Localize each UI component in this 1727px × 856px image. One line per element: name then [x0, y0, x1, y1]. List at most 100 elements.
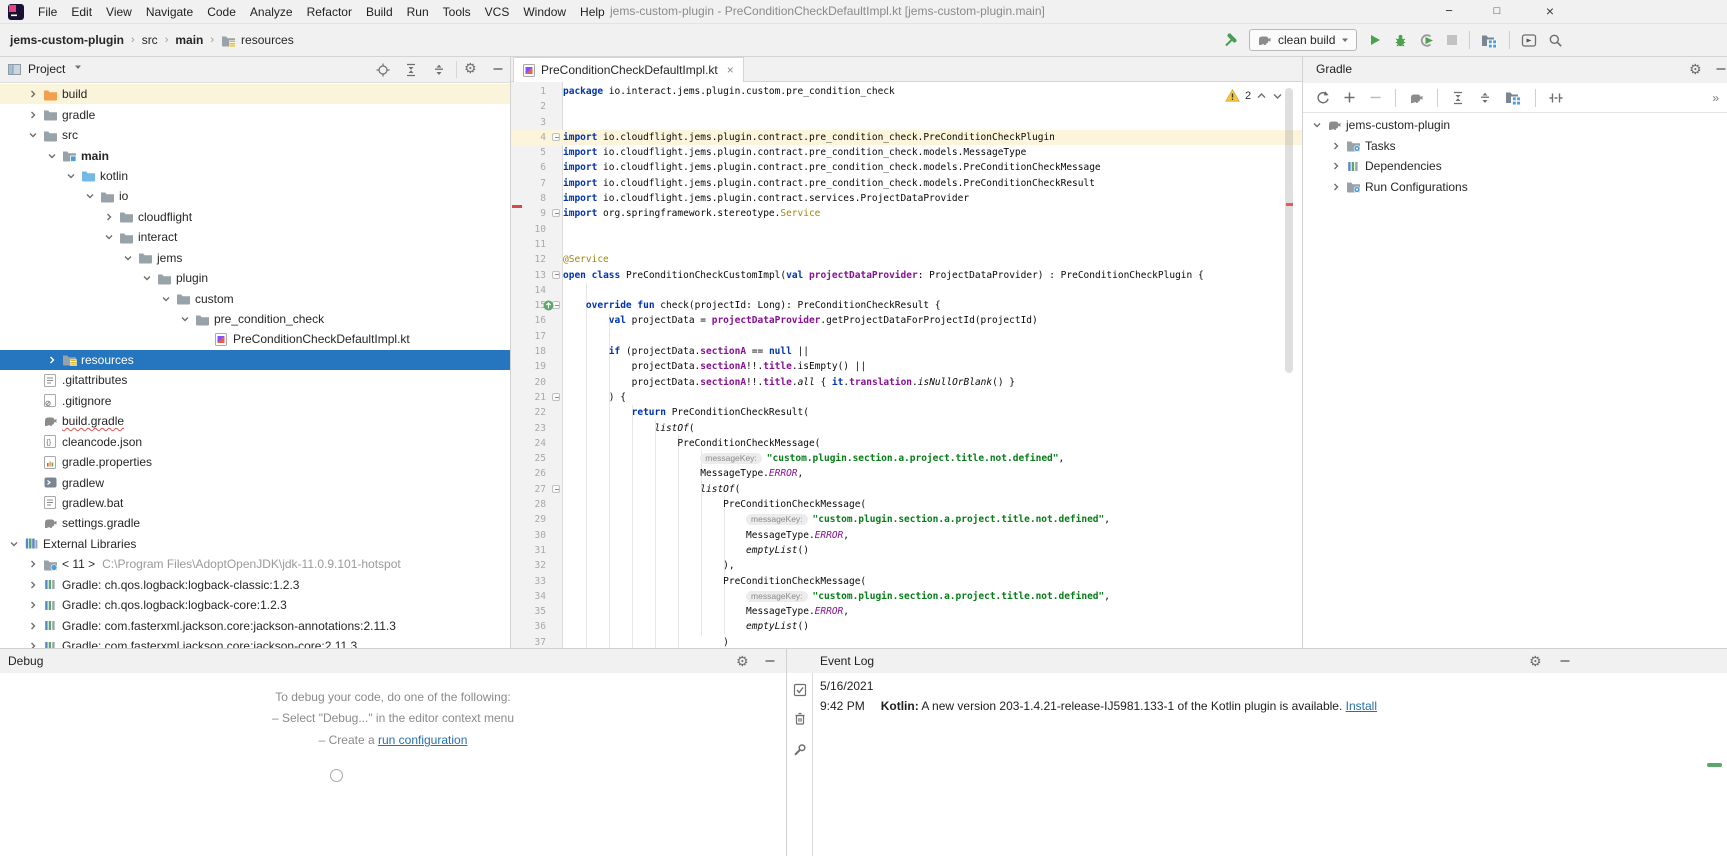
menu-file[interactable]: File — [31, 1, 64, 23]
mark-all-read-icon[interactable] — [793, 683, 807, 697]
code-line[interactable]: projectData.sectionA!!.title.all { it.tr… — [563, 375, 1302, 390]
tree-row-interact[interactable]: interact — [0, 227, 511, 247]
tree-row-build[interactable]: build — [0, 84, 511, 104]
gear-icon[interactable]: ⚙ — [1529, 654, 1542, 668]
offline-mode-icon[interactable] — [1549, 91, 1563, 105]
fold-marker-icon[interactable] — [552, 271, 560, 279]
code-line[interactable] — [563, 99, 1302, 114]
chevron-right-icon[interactable] — [25, 600, 41, 610]
chevron-down-icon[interactable] — [82, 191, 98, 201]
menu-navigate[interactable]: Navigate — [139, 1, 200, 23]
tree-row-src[interactable]: src — [0, 125, 511, 145]
collapse-all-icon[interactable] — [1478, 91, 1492, 105]
menu-view[interactable]: View — [99, 1, 139, 23]
fold-marker-icon[interactable] — [552, 485, 560, 493]
chevron-down-icon[interactable] — [101, 232, 117, 242]
hide-panel-icon[interactable] — [764, 655, 776, 667]
tree-row-cloudflight[interactable]: cloudflight — [0, 207, 511, 227]
code-line[interactable]: val projectData = projectDataProvider.ge… — [563, 313, 1302, 328]
code-line[interactable]: override fun check(projectId: Long): Pre… — [563, 298, 1302, 313]
code-line[interactable]: PreConditionCheckMessage( — [563, 497, 1302, 512]
log-settings-icon[interactable] — [793, 743, 807, 757]
tree-row-main[interactable]: main — [0, 145, 511, 165]
code-line[interactable]: emptyList() — [563, 619, 1302, 634]
tree-row-gradle-ch.qos.logback-logback-classic-1.2.3[interactable]: Gradle: ch.qos.logback:logback-classic:1… — [0, 575, 511, 595]
code-line[interactable] — [563, 115, 1302, 130]
tree-row-settings.gradle[interactable]: settings.gradle — [0, 513, 511, 533]
hide-panel-icon[interactable] — [1559, 655, 1571, 667]
tree-row-jems[interactable]: jems — [0, 248, 511, 268]
code-line[interactable]: projectData.sectionA!!.title.isEmpty() |… — [563, 359, 1302, 374]
gear-icon[interactable]: ⚙ — [736, 654, 749, 668]
hide-panel-icon[interactable] — [492, 63, 504, 75]
override-gutter-icon[interactable] — [543, 300, 554, 314]
chevron-down-icon[interactable] — [120, 253, 136, 263]
code-line[interactable]: MessageType.ERROR, — [563, 466, 1302, 481]
code-line[interactable]: MessageType.ERROR, — [563, 528, 1302, 543]
chevron-down-icon[interactable] — [25, 130, 41, 140]
group-modules-icon[interactable] — [1505, 90, 1522, 105]
tree-row-pre_condition_check[interactable]: pre_condition_check — [0, 309, 511, 329]
chevron-right-icon[interactable] — [101, 212, 117, 222]
code-line[interactable]: ) { — [563, 390, 1302, 405]
tree-row-io[interactable]: io — [0, 186, 511, 206]
tree-row-jems-custom-plugin[interactable]: jems-custom-plugin — [1303, 115, 1727, 135]
code-line[interactable]: import io.cloudflight.jems.plugin.contra… — [563, 160, 1302, 175]
tree-row-custom[interactable]: custom — [0, 288, 511, 308]
code-line[interactable]: import org.springframework.stereotype.Se… — [563, 206, 1302, 221]
chevron-down-icon[interactable] — [1309, 120, 1325, 130]
chevron-down-icon[interactable] — [139, 273, 155, 283]
fold-marker-icon[interactable] — [552, 393, 560, 401]
editor-scrollbar[interactable] — [1285, 88, 1293, 373]
editor-tab[interactable]: PreConditionCheckDefaultImpl.kt × — [513, 57, 744, 82]
chevron-down-icon[interactable] — [63, 171, 79, 181]
code-line[interactable]: if (projectData.sectionA == null || — [563, 344, 1302, 359]
fold-marker-icon[interactable] — [552, 209, 560, 217]
chevron-down-icon[interactable] — [177, 314, 193, 324]
code-line[interactable]: messageKey:"custom.plugin.section.a.proj… — [563, 512, 1302, 527]
install-link[interactable]: Install — [1346, 699, 1377, 713]
build-hammer-icon[interactable] — [1222, 32, 1238, 48]
run-anything-icon[interactable] — [1521, 33, 1537, 48]
code-line[interactable]: return PreConditionCheckResult( — [563, 405, 1302, 420]
code-area[interactable]: package io.interact.jems.plugin.custom.p… — [563, 84, 1302, 648]
breadcrumb-item[interactable]: src — [142, 33, 158, 47]
attach-project-icon[interactable] — [1343, 91, 1356, 104]
breadcrumb-item[interactable]: main — [175, 33, 203, 47]
chevron-down-icon[interactable] — [158, 294, 174, 304]
menu-refactor[interactable]: Refactor — [300, 1, 359, 23]
project-panel-title[interactable]: Project — [28, 57, 65, 82]
code-line[interactable]: @Service — [563, 252, 1302, 267]
chevron-right-icon[interactable] — [25, 89, 41, 99]
code-line[interactable] — [563, 237, 1302, 252]
tree-row-gradle-ch.qos.logback-logback-core-1.2.3[interactable]: Gradle: ch.qos.logback:logback-core:1.2.… — [0, 595, 511, 615]
chevron-right-icon[interactable] — [25, 110, 41, 120]
code-line[interactable]: emptyList() — [563, 543, 1302, 558]
tree-row-resources[interactable]: resources — [0, 350, 511, 370]
locate-file-icon[interactable] — [376, 63, 390, 77]
code-line[interactable]: import io.cloudflight.jems.plugin.contra… — [563, 145, 1302, 160]
run-configuration-select[interactable]: clean build — [1249, 29, 1357, 51]
menu-help[interactable]: Help — [573, 1, 612, 23]
menu-vcs[interactable]: VCS — [478, 1, 517, 23]
menu-build[interactable]: Build — [359, 1, 400, 23]
expand-all-icon[interactable] — [404, 63, 418, 77]
chevron-right-icon[interactable] — [1328, 141, 1344, 151]
code-line[interactable]: package io.interact.jems.plugin.custom.p… — [563, 84, 1302, 99]
expand-all-icon[interactable] — [1451, 91, 1465, 105]
tree-row-dependencies[interactable]: Dependencies — [1303, 156, 1727, 176]
run-button-icon[interactable] — [1368, 33, 1382, 47]
next-warning-icon[interactable] — [1272, 91, 1283, 101]
breadcrumb-item[interactable]: resources — [241, 33, 294, 47]
code-line[interactable]: import io.cloudflight.jems.plugin.contra… — [563, 191, 1302, 206]
code-line[interactable]: import io.cloudflight.jems.plugin.contra… — [563, 176, 1302, 191]
tree-row-kotlin[interactable]: kotlin — [0, 166, 511, 186]
close-tab-icon[interactable]: × — [727, 63, 734, 77]
tree-row-run-configurations[interactable]: Run Configurations — [1303, 176, 1727, 196]
run-configuration-link[interactable]: run configuration — [378, 733, 467, 747]
debug-button-icon[interactable] — [1393, 33, 1408, 48]
tree-row-.gitattributes[interactable]: .gitattributes — [0, 370, 511, 390]
code-line[interactable]: messageKey:"custom.plugin.section.a.proj… — [563, 451, 1302, 466]
gear-icon[interactable]: ⚙ — [464, 61, 477, 75]
tree-row-gradle-com.fasterxml.jackson.core-jackson-annotations-2.11.3[interactable]: Gradle: com.fasterxml.jackson.core:jacks… — [0, 615, 511, 635]
